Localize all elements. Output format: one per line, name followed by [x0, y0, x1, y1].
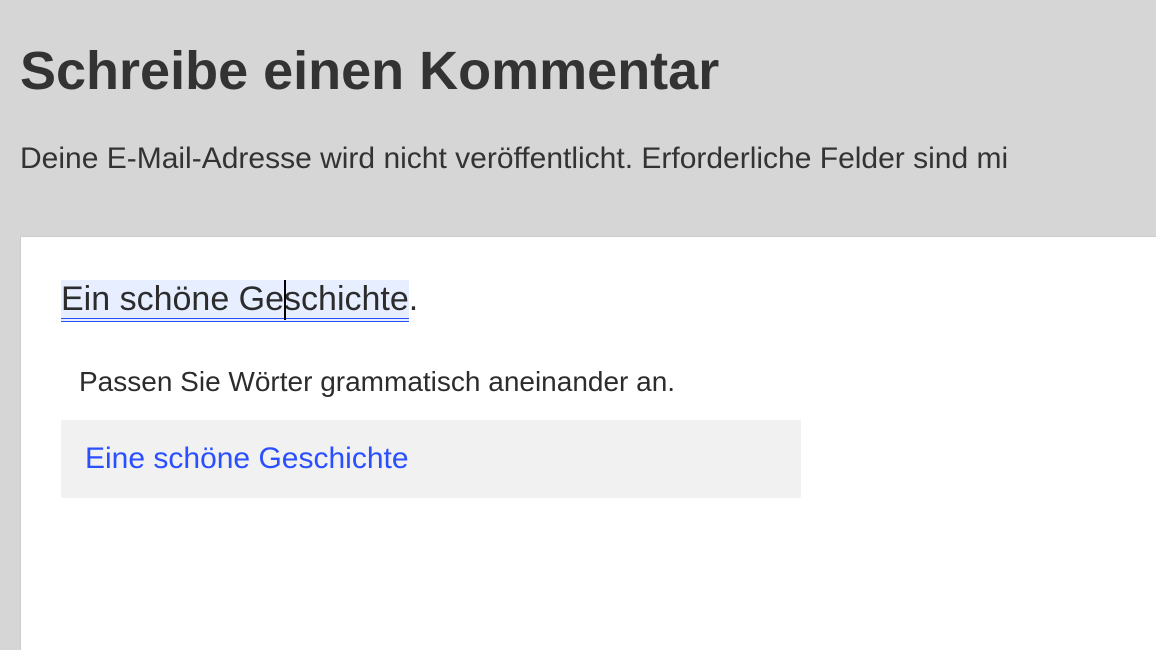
comment-editor[interactable]: Ein schöne Geschichte. Passen Sie Wörter… — [20, 236, 1156, 650]
trailing-text: . — [409, 280, 418, 318]
comment-header: Schreibe einen Kommentar Deine E-Mail-Ad… — [0, 0, 1156, 236]
grammar-suggestion-popup: Passen Sie Wörter grammatisch aneinander… — [61, 356, 801, 498]
suggestion-option[interactable]: Eine schöne Geschichte — [61, 420, 801, 498]
comment-text-line[interactable]: Ein schöne Geschichte. — [61, 277, 1116, 321]
page-title: Schreibe einen Kommentar — [20, 40, 1136, 102]
flagged-after-caret: schichte — [284, 280, 409, 318]
suggestion-message: Passen Sie Wörter grammatisch aneinander… — [61, 356, 801, 420]
page-subtitle: Deine E-Mail-Adresse wird nicht veröffen… — [20, 142, 1136, 176]
flagged-before-caret: Ein schöne Ge — [61, 280, 284, 318]
grammar-flagged-text[interactable]: Ein schöne Geschichte — [61, 280, 409, 322]
